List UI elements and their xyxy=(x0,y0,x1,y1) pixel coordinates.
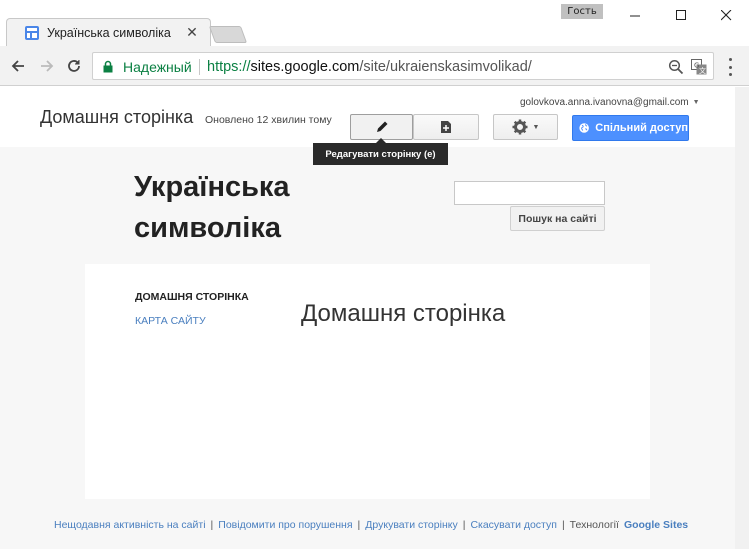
close-window-button[interactable] xyxy=(703,0,749,30)
account-menu[interactable]: golovkova.anna.ivanovna@gmail.com ▼ xyxy=(520,97,700,108)
reload-button[interactable] xyxy=(62,54,86,78)
chevron-down-icon: ▼ xyxy=(692,98,700,106)
zoom-icon[interactable] xyxy=(668,59,684,75)
last-updated-text: Оновлено 12 хвилин тому xyxy=(205,114,332,126)
footer-link-recent-activity[interactable]: Нещодавня активність на сайті xyxy=(54,519,206,531)
site-name-line2: символіка xyxy=(134,212,281,244)
address-bar[interactable]: Надежный https://sites.google.com/site/u… xyxy=(92,52,714,80)
omnibox-divider xyxy=(199,59,200,75)
browser-toolbar: Надежный https://sites.google.com/site/u… xyxy=(0,46,749,86)
page-content: ДОМАШНЯ СТОРІНКА КАРТА САЙТУ Домашня сто… xyxy=(85,264,650,499)
footer-link-print-page[interactable]: Друкувати сторінку xyxy=(365,519,457,531)
gear-icon xyxy=(512,119,528,135)
url-path: /site/ukraienskasimvolikad/ xyxy=(359,59,532,75)
maximize-icon xyxy=(675,9,686,20)
sidebar-item-sitemap[interactable]: КАРТА САЙТУ xyxy=(135,315,206,327)
minimize-button[interactable] xyxy=(612,0,658,30)
svg-text:文: 文 xyxy=(699,66,706,75)
new-tab-button[interactable] xyxy=(208,26,248,43)
tab-title: Українська символіка xyxy=(47,26,171,40)
secure-label: Надежный xyxy=(123,59,192,75)
back-button[interactable] xyxy=(6,54,30,78)
forward-button[interactable] xyxy=(35,54,59,78)
back-arrow-icon xyxy=(11,60,24,72)
site-footer: Нещодавня активність на сайті | Повідомити… xyxy=(54,519,688,531)
sidebar-item-home[interactable]: ДОМАШНЯ СТОРІНКА xyxy=(135,291,249,303)
browser-tab[interactable]: Українська символіка ✕ xyxy=(6,18,211,46)
minimize-icon xyxy=(629,15,640,16)
account-email: golovkova.anna.ivanovna@gmail.com xyxy=(520,97,689,108)
browser-menu-icon[interactable] xyxy=(722,58,738,76)
footer-link-revoke-access[interactable]: Скасувати доступ xyxy=(470,519,557,531)
url-text[interactable]: https://sites.google.com/site/ukraienska… xyxy=(207,59,532,75)
url-scheme: https:// xyxy=(207,59,251,75)
settings-chevron-down-icon: ▼ xyxy=(532,123,540,131)
url-host: sites.google.com xyxy=(250,59,360,75)
footer-separator: | xyxy=(462,519,466,531)
share-label: Спільний доступ xyxy=(595,122,688,134)
footer-separator: | xyxy=(357,519,361,531)
footer-separator: | xyxy=(210,519,214,531)
pencil-icon xyxy=(376,121,387,132)
site-search-button[interactable]: Пошук на сайті xyxy=(510,206,605,231)
guest-badge[interactable]: Гость xyxy=(561,4,603,19)
footer-powered-by: Технології xyxy=(569,519,619,531)
site-search-input[interactable] xyxy=(454,181,605,205)
tab-close-icon[interactable]: ✕ xyxy=(185,24,199,40)
reload-icon xyxy=(68,60,80,72)
edit-page-tooltip: Редагувати сторінку (e) xyxy=(313,143,448,165)
google-sites-favicon-icon xyxy=(25,26,39,40)
page-viewport: Домашня сторінка Оновлено 12 хвилин тому… xyxy=(0,87,749,549)
sites-header: Домашня сторінка Оновлено 12 хвилин тому… xyxy=(0,87,735,147)
edit-page-button[interactable] xyxy=(350,114,413,140)
footer-separator: | xyxy=(561,519,565,531)
new-page-icon xyxy=(441,121,451,133)
lock-icon xyxy=(103,60,113,73)
page-scrollbar[interactable] xyxy=(735,87,749,549)
main-heading: Домашня сторінка xyxy=(301,300,506,327)
share-button[interactable]: Спільний доступ xyxy=(572,115,689,141)
page-title: Домашня сторінка xyxy=(40,107,194,127)
footer-google-sites-link[interactable]: Google Sites xyxy=(624,519,688,531)
forward-arrow-icon xyxy=(41,60,54,72)
footer-link-report-abuse[interactable]: Повідомити про порушення xyxy=(218,519,352,531)
maximize-button[interactable] xyxy=(658,0,704,30)
close-icon xyxy=(720,9,731,20)
settings-button[interactable]: ▼ xyxy=(493,114,558,140)
site-name-line1: Українська xyxy=(134,171,290,203)
globe-icon xyxy=(579,123,589,133)
translate-icon[interactable]: G文 xyxy=(691,59,707,75)
site-name: Українська символіка xyxy=(134,167,290,249)
window-titlebar: Гость Українська символіка ✕ xyxy=(0,0,749,46)
new-page-button[interactable] xyxy=(413,114,479,140)
